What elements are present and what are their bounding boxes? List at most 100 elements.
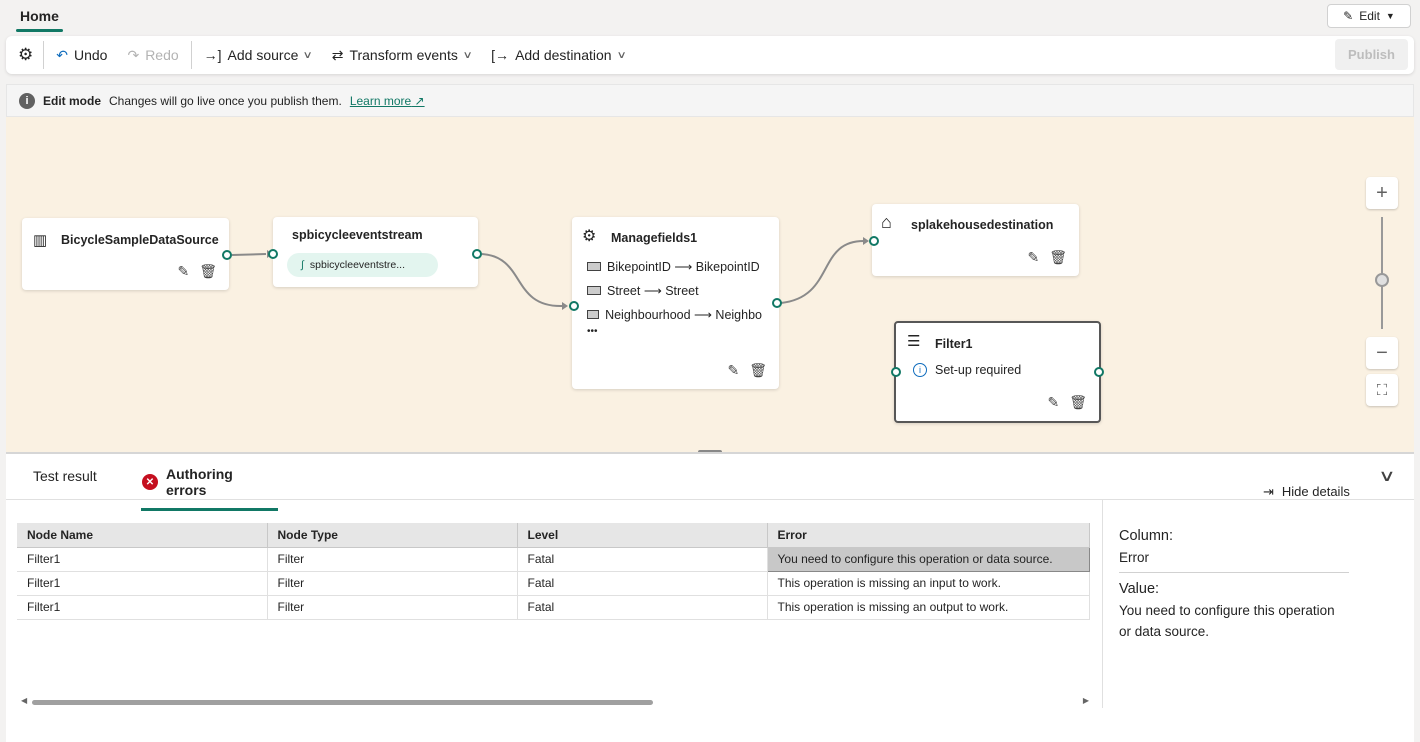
undo-button[interactable]: ↶ Undo bbox=[46, 40, 117, 70]
transform-events-label: Transform events bbox=[349, 47, 458, 63]
tab-authoring-errors[interactable]: ✕ Authoring errors bbox=[141, 466, 278, 511]
field-mapping: Street ⟶ Street bbox=[587, 278, 762, 302]
field-icon bbox=[587, 285, 601, 295]
node-title: splakehousedestination bbox=[911, 218, 1054, 232]
redo-icon: ↷ bbox=[127, 46, 140, 63]
output-port[interactable] bbox=[472, 249, 482, 259]
zoom-in-button[interactable]: + bbox=[1366, 177, 1398, 209]
col-header: Node Type bbox=[267, 523, 518, 548]
details-pane: Column: Error Value: You need to configu… bbox=[1119, 526, 1349, 642]
tab-test-result[interactable]: Test result bbox=[33, 468, 97, 484]
publish-button[interactable]: Publish bbox=[1335, 39, 1408, 70]
banner-message: Changes will go live once you publish th… bbox=[109, 93, 342, 108]
toolbar: ⚙ ↶ Undo ↷ Redo →] Add source ∨ ⇄ Transform e… bbox=[6, 36, 1414, 74]
transform-icon: ⇄ bbox=[331, 46, 344, 63]
panel-collapse-icon: ⇥ bbox=[1263, 484, 1274, 499]
table-row[interactable]: Filter1 Filter Fatal You need to configure … bbox=[17, 546, 1090, 572]
node-title: BicycleSampleDataSource bbox=[61, 233, 219, 247]
node-actions: ✎ 🗑 bbox=[1047, 394, 1087, 411]
hide-details-button[interactable]: ⇥ Hide details bbox=[1263, 484, 1350, 500]
add-destination-button[interactable]: [→ Add destination ∨ bbox=[481, 40, 635, 70]
field-icon bbox=[587, 261, 601, 271]
delete-icon[interactable]: 🗑 bbox=[199, 263, 217, 280]
stream-chip: ∫ spbicycleeventstre... bbox=[287, 253, 438, 277]
zoom-out-button[interactable]: − bbox=[1366, 337, 1398, 369]
settings-gear-icon[interactable]: ⚙ bbox=[18, 40, 41, 70]
transform-events-button[interactable]: ⇄ Transform events ∨ bbox=[322, 40, 481, 70]
flow-canvas[interactable]: ▥ BicycleSampleDataSource ✎ 🗑 spbicycleev… bbox=[6, 117, 1414, 454]
edit-icon[interactable]: ✎ bbox=[1047, 394, 1059, 411]
horizontal-scrollbar[interactable]: ◀ ▶ bbox=[21, 696, 1089, 707]
node-actions: ✎ 🗑 bbox=[727, 362, 767, 379]
collapse-chevron-icon[interactable]: ∨ bbox=[1378, 466, 1396, 486]
edit-label: Edit bbox=[1359, 9, 1380, 23]
node-managefields[interactable]: ⚙ Managefields1 BikepointID ⟶ BikepointI… bbox=[572, 217, 779, 389]
delete-icon[interactable]: 🗑 bbox=[1069, 394, 1087, 411]
node-destination[interactable]: ⌂ splakehousedestination ✎ 🗑 bbox=[872, 204, 1079, 276]
learn-more-link[interactable]: Learn more ↗ bbox=[350, 94, 425, 108]
filter-icon: ☰ bbox=[907, 333, 921, 350]
connector-source-stream bbox=[231, 253, 267, 256]
info-icon: i bbox=[19, 92, 35, 109]
input-port[interactable] bbox=[268, 249, 278, 259]
edit-icon[interactable]: ✎ bbox=[727, 362, 739, 379]
chart-icon: ▥ bbox=[33, 232, 48, 249]
add-source-label: Add source bbox=[227, 47, 299, 63]
input-port[interactable] bbox=[569, 301, 579, 311]
node-title: Managefields1 bbox=[611, 231, 698, 245]
input-port[interactable] bbox=[891, 367, 901, 377]
arrowhead bbox=[562, 302, 568, 310]
add-source-icon: →] bbox=[203, 47, 222, 63]
info-icon: i bbox=[913, 363, 927, 377]
add-destination-icon: [→ bbox=[491, 47, 510, 63]
error-icon: ✕ bbox=[142, 474, 158, 490]
node-eventstream[interactable]: spbicycleeventstream ∫ spbicycleeventstre… bbox=[273, 217, 478, 287]
col-header: Node Name bbox=[17, 523, 268, 548]
node-filter[interactable]: ☰ Filter1 i Set-up required ✎ 🗑 bbox=[894, 321, 1101, 423]
output-port[interactable] bbox=[222, 250, 232, 260]
errors-table: Node Name Node Type Level Error Filter1 F… bbox=[17, 523, 1090, 620]
edit-icon[interactable]: ✎ bbox=[177, 263, 189, 280]
more-fields: ••• bbox=[587, 326, 598, 337]
output-port[interactable] bbox=[772, 298, 782, 308]
col-header: Level bbox=[517, 523, 768, 548]
output-port[interactable] bbox=[1094, 367, 1104, 377]
table-row[interactable]: Filter1 Filter Fatal This operation is miss… bbox=[17, 595, 1090, 620]
node-title: Filter1 bbox=[935, 337, 973, 351]
banner-title: Edit mode bbox=[43, 93, 102, 108]
redo-button[interactable]: ↷ Redo bbox=[117, 40, 188, 70]
caret-down-icon: ▼ bbox=[1385, 11, 1395, 21]
pencil-icon: ✎ bbox=[1343, 9, 1354, 23]
undo-label: Undo bbox=[73, 47, 108, 63]
divider bbox=[6, 499, 1414, 500]
add-destination-label: Add destination bbox=[515, 47, 612, 63]
field-list: BikepointID ⟶ BikepointID Street ⟶ Stree… bbox=[587, 254, 762, 344]
edit-icon[interactable]: ✎ bbox=[1027, 249, 1039, 266]
field-mapping: BikepointID ⟶ BikepointID bbox=[587, 254, 762, 278]
input-port[interactable] bbox=[869, 236, 879, 246]
chevron-down-icon: ∨ bbox=[616, 49, 627, 61]
delete-icon[interactable]: 🗑 bbox=[1049, 249, 1067, 266]
chevron-down-icon: ∨ bbox=[302, 49, 314, 61]
field-mapping: Neighbourhood ⟶ Neighbo bbox=[587, 302, 762, 326]
tab-home[interactable]: Home bbox=[16, 0, 63, 32]
zoom-slider-thumb[interactable] bbox=[1375, 273, 1389, 287]
bottom-panel: Test result ✕ Authoring errors ⇥ Hide deta… bbox=[6, 452, 1414, 742]
table-row[interactable]: Filter1 Filter Fatal This operation is miss… bbox=[17, 571, 1090, 596]
undo-icon: ↶ bbox=[56, 46, 68, 63]
scrollbar-thumb bbox=[32, 700, 653, 705]
node-actions: ✎ 🗑 bbox=[1027, 249, 1067, 266]
fit-to-screen-button[interactable]: ⛶ bbox=[1366, 374, 1398, 406]
divider bbox=[43, 41, 45, 69]
connector-stream-manage bbox=[481, 253, 563, 308]
add-source-button[interactable]: →] Add source ∨ bbox=[194, 40, 322, 70]
chevron-down-icon: ∨ bbox=[462, 49, 473, 61]
field-icon bbox=[587, 309, 600, 319]
edit-button[interactable]: ✎ Edit ▼ bbox=[1327, 4, 1411, 28]
stream-icon: ∫ bbox=[301, 259, 304, 271]
node-source[interactable]: ▥ BicycleSampleDataSource ✎ 🗑 bbox=[22, 218, 229, 290]
redo-label: Redo bbox=[145, 47, 179, 63]
lakehouse-icon: ⌂ bbox=[881, 212, 892, 232]
delete-icon[interactable]: 🗑 bbox=[749, 362, 767, 379]
connector-manage-dest bbox=[780, 239, 867, 304]
